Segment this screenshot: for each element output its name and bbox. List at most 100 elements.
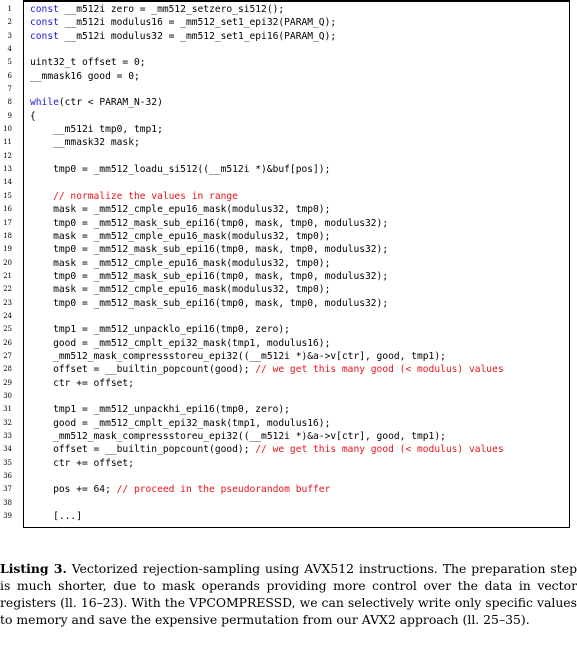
code-line: 15 // normalize the values in range [0,190,577,203]
line-number: 18 [3,231,12,240]
line-number: 38 [3,498,12,507]
code-line: 6 __mmask16 good = 0; [0,70,577,83]
code-body: mask = _mm512_cmple_epu16_mask(modulus32… [30,284,331,296]
code-text: offset = __builtin_popcount(good); // we… [30,363,504,376]
line-number: 27 [3,351,12,360]
code-body [30,191,53,202]
code-body: ctr += offset; [30,377,134,389]
code-line: 38 [0,497,577,510]
code-text: ctr += offset; [30,377,134,390]
code-line: 2 const __m512i modulus16 = _mm512_set1_e… [0,16,577,29]
code-text: good = _mm512_cmplt_epi32_mask(tmp1, mod… [30,417,330,430]
code-keyword: const [30,4,59,15]
code-body: tmp1 = _mm512_unpackhi_epi16(tmp0, zero)… [30,404,290,416]
code-text: ctr += offset; [30,457,134,470]
code-body: __mmask32 mask; [30,137,140,149]
code-line: 26 good = _mm512_cmplt_epi32_mask(tmp1, … [0,337,577,350]
line-number: 30 [3,391,12,400]
code-text: const __m512i zero = _mm512_setzero_si51… [30,3,284,16]
code-line: 24 [0,310,577,323]
line-number: 11 [3,138,12,147]
code-line: 32 good = _mm512_cmplt_epi32_mask(tmp1, … [0,417,577,430]
code-body: __m512i modulus16 = _mm512_set1_epi32(PA… [58,17,337,29]
line-number: 4 [7,45,12,54]
code-text: __mmask16 good = 0; [30,70,140,83]
code-body: tmp0 = _mm512_mask_sub_epi16(tmp0, mask,… [30,297,389,309]
code-text: uint32_t offset = 0; [30,56,146,69]
line-number: 13 [3,165,12,174]
line-number: 8 [7,98,12,107]
line-number: 36 [3,472,12,481]
code-body: tmp0 = _mm512_mask_sub_epi16(tmp0, mask,… [30,270,389,282]
code-text: _mm512_mask_compressstoreu_epi32((__m512… [30,430,446,443]
code-body: offset = __builtin_popcount(good); [30,444,256,456]
code-body: mask = _mm512_cmple_epu16_mask(modulus32… [30,230,331,242]
code-comment: // we get this many good (< modulus) val… [255,444,504,456]
code-text: while(ctr < PARAM_N-32) [30,96,163,109]
line-number: 10 [3,125,12,134]
line-number: 7 [7,85,12,94]
listing-caption: Listing 3. Vectorized rejection-sampling… [0,560,577,628]
code-line: 10 __m512i tmp0, tmp1; [0,123,577,136]
code-line: 36 [0,470,577,483]
line-number: 25 [3,325,12,334]
code-body: ctr += offset; [30,457,134,469]
line-number: 37 [3,485,12,494]
code-line: 4 [0,43,577,56]
code-line: 8 while(ctr < PARAM_N-32) [0,96,577,109]
code-line: 13 tmp0 = _mm512_loadu_si512((__m512i *)… [0,163,577,176]
code-body: { [30,110,36,122]
code-body: tmp1 = _mm512_unpacklo_epi16(tmp0, zero)… [30,324,290,336]
code-text: tmp0 = _mm512_mask_sub_epi16(tmp0, mask,… [30,217,388,230]
code-keyword: const [30,30,59,42]
caption-label: Listing 3. [0,561,67,576]
code-body: uint32_t offset = 0; [30,57,146,69]
line-number: 34 [3,445,12,454]
code-line: 12 [0,150,577,163]
code-body: tmp0 = _mm512_loadu_si512((__m512i *)&bu… [30,164,331,176]
line-number: 29 [3,378,12,387]
code-line: 5 uint32_t offset = 0; [0,56,577,69]
code-line: 19 tmp0 = _mm512_mask_sub_epi16(tmp0, ma… [0,243,577,256]
code-line: 39 [...] [0,510,577,523]
code-body: __m512i tmp0, tmp1; [30,124,163,136]
code-line: 25 tmp1 = _mm512_unpacklo_epi16(tmp0, ze… [0,323,577,336]
line-number: 2 [7,18,12,27]
code-line: 9{ [0,110,577,123]
code-text: good = _mm512_cmplt_epi32_mask(tmp1, mod… [30,337,330,350]
code-line: 3 const __m512i modulus32 = _mm512_set1_e… [0,30,577,43]
code-line: 34 offset = __builtin_popcount(good); //… [0,443,577,456]
code-text: tmp0 = _mm512_mask_sub_epi16(tmp0, mask,… [30,270,388,283]
code-body: good = _mm512_cmplt_epi32_mask(tmp1, mod… [30,337,331,349]
code-text: tmp1 = _mm512_unpacklo_epi16(tmp0, zero)… [30,323,290,336]
code-line: 33 _mm512_mask_compressstoreu_epi32((__m… [0,430,577,443]
caption-text: Vectorized rejection-sampling using AVX5… [0,561,577,627]
code-text: mask = _mm512_cmple_epu16_mask(modulus32… [30,283,330,296]
code-text: mask = _mm512_cmple_epu16_mask(modulus32… [30,230,330,243]
line-number: 20 [3,258,12,267]
code-text: const __m512i modulus32 = _mm512_set1_ep… [30,30,336,43]
line-number: 21 [3,271,12,280]
code-text: tmp0 = _mm512_loadu_si512((__m512i *)&bu… [30,163,330,176]
code-comment: // normalize the values in range [53,190,238,202]
code-text: { [30,110,36,123]
code-comment: // proceed in the pseudorandom buffer [116,484,331,496]
code-line: 30 [0,390,577,403]
code-line: 7 [0,83,577,96]
code-text: pos += 64; // proceed in the pseudorando… [30,483,330,496]
code-body: __mmask16 good = 0; [30,70,140,82]
code-text: __m512i tmp0, tmp1; [30,123,163,136]
code-body: mask = _mm512_cmple_epu16_mask(modulus32… [30,204,331,216]
code-text: const __m512i modulus16 = _mm512_set1_ep… [30,16,336,29]
code-line: 16 mask = _mm512_cmple_epu16_mask(modulu… [0,203,577,216]
code-keyword: const [30,17,59,29]
line-number: 33 [3,432,12,440]
code-text: tmp0 = _mm512_mask_sub_epi16(tmp0, mask,… [30,243,388,256]
code-keyword: while [30,97,59,109]
code-listing: 1 const __m512i zero = _mm512_setzero_si5… [0,3,577,523]
code-text: offset = __builtin_popcount(good); // we… [30,443,504,456]
code-body: _mm512_mask_compressstoreu_epi32((__m512… [30,431,446,442]
code-line: 29 ctr += offset; [0,377,577,390]
line-number: 23 [3,298,12,307]
code-line: 1 const __m512i zero = _mm512_setzero_si5… [0,3,577,16]
